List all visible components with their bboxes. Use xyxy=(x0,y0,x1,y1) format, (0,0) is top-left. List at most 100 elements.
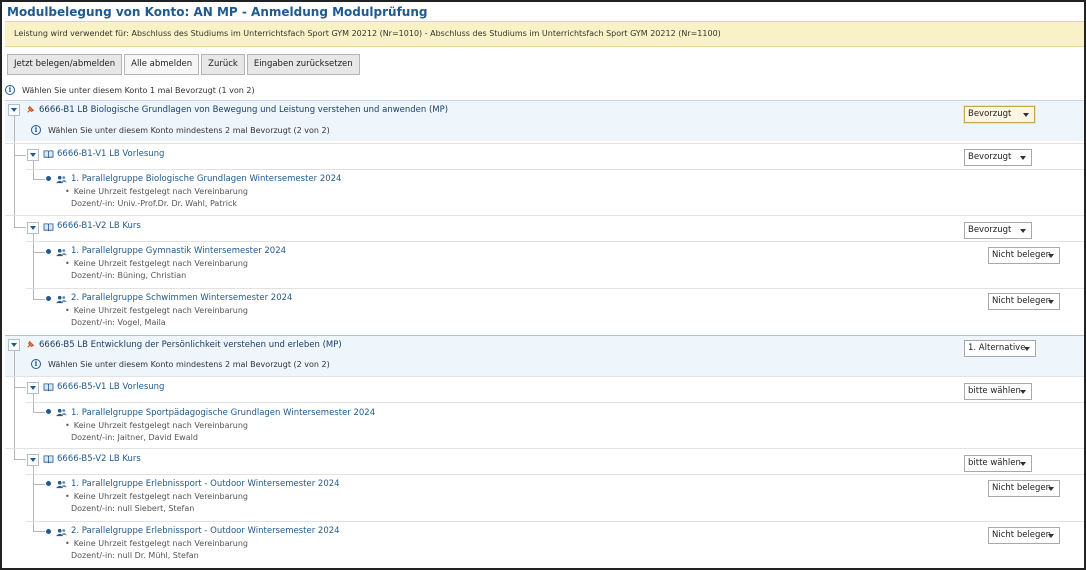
course-priority-select[interactable]: bitte wählen xyxy=(964,455,1032,472)
chevron-down-icon xyxy=(1020,229,1026,233)
reset-input-button[interactable]: Eingaben zurücksetzen xyxy=(246,54,360,75)
divider xyxy=(26,474,1084,475)
group-select[interactable]: Nicht belegen xyxy=(988,247,1060,264)
info-icon: i xyxy=(31,359,41,369)
usage-notice: Leistung wird verwendet für: Abschluss d… xyxy=(5,21,1084,47)
course-title[interactable]: 6666-B5-V1 LB Vorlesung xyxy=(57,382,164,392)
course-priority-value: bitte wählen xyxy=(968,386,1021,396)
pin-icon xyxy=(27,105,35,113)
group-bullet xyxy=(46,409,51,414)
course-collapse-toggle[interactable] xyxy=(27,454,39,466)
group-title[interactable]: 1. Parallelgruppe Erlebnissport - Outdoo… xyxy=(71,479,340,489)
group-time: Keine Uhrzeit festgelegt nach Vereinbaru… xyxy=(65,187,248,196)
chevron-down-icon xyxy=(1048,300,1054,304)
divider xyxy=(5,215,1084,216)
group-bullet xyxy=(46,529,51,534)
group-icon xyxy=(56,248,67,257)
group-select[interactable]: Nicht belegen xyxy=(988,527,1060,544)
group-icon xyxy=(56,175,67,184)
group-select-value: Nicht belegen xyxy=(992,530,1052,540)
group-select-value: Nicht belegen xyxy=(992,250,1052,260)
divider xyxy=(5,448,1084,449)
course-priority-value: bitte wählen xyxy=(968,458,1021,468)
course-priority-select[interactable]: Bevorzugt xyxy=(964,222,1032,239)
group-bullet xyxy=(46,296,51,301)
course-priority-value: Bevorzugt xyxy=(968,152,1012,162)
group-time: Keine Uhrzeit festgelegt nach Vereinbaru… xyxy=(65,421,248,430)
module-collapse-toggle[interactable] xyxy=(8,339,20,351)
group-icon xyxy=(56,408,67,417)
group-bullet xyxy=(46,481,51,486)
group-select-value: Nicht belegen xyxy=(992,483,1052,493)
info-icon: i xyxy=(5,85,15,95)
group-title[interactable]: 1. Parallelgruppe Gymnastik Wintersemest… xyxy=(71,246,286,256)
group-lecturer: Dozent/-in: Univ.-Prof.Dr. Dr. Wahl, Pat… xyxy=(71,199,237,208)
tree-connector xyxy=(14,351,15,459)
module-title[interactable]: 6666-B1 LB Biologische Grundlagen von Be… xyxy=(39,105,448,115)
book-icon xyxy=(43,455,54,464)
account-info-text: Wählen Sie unter diesem Konto 1 mal Bevo… xyxy=(22,85,255,95)
group-title[interactable]: 2. Parallelgruppe Erlebnissport - Outdoo… xyxy=(71,526,340,536)
course-priority-value: Bevorzugt xyxy=(968,225,1012,235)
group-time: Keine Uhrzeit festgelegt nach Vereinbaru… xyxy=(65,306,248,315)
course-title[interactable]: 6666-B1-V1 LB Vorlesung xyxy=(57,149,164,159)
chevron-down-icon xyxy=(1048,534,1054,538)
course-collapse-toggle[interactable] xyxy=(27,222,39,234)
usage-notice-text: Leistung wird verwendet für: Abschluss d… xyxy=(14,29,721,38)
divider xyxy=(5,143,1084,144)
divider xyxy=(5,376,1084,377)
course-collapse-toggle[interactable] xyxy=(27,149,39,161)
tree-connector xyxy=(14,459,26,460)
back-button[interactable]: Zurück xyxy=(201,54,245,75)
group-lecturer: Dozent/-in: Büning, Christian xyxy=(71,271,187,280)
divider xyxy=(26,169,1084,170)
module-priority-select[interactable]: 1. Alternative xyxy=(964,340,1036,357)
chevron-down-icon xyxy=(1048,254,1054,258)
module-priority-value: 1. Alternative xyxy=(968,343,1026,353)
group-select[interactable]: Nicht belegen xyxy=(988,293,1060,310)
module-priority-select[interactable]: Bevorzugt xyxy=(964,106,1035,123)
module-collapse-toggle[interactable] xyxy=(8,104,20,116)
course-collapse-toggle[interactable] xyxy=(27,382,39,394)
tree-connector xyxy=(33,299,45,300)
chevron-down-icon xyxy=(1020,462,1026,466)
group-title[interactable]: 1. Parallelgruppe Sportpädagogische Grun… xyxy=(71,408,375,418)
tree-connector xyxy=(14,155,26,156)
tree-connector xyxy=(33,234,34,299)
group-time: Keine Uhrzeit festgelegt nach Vereinbaru… xyxy=(65,492,248,501)
group-time: Keine Uhrzeit festgelegt nach Vereinbaru… xyxy=(65,259,248,268)
group-select[interactable]: Nicht belegen xyxy=(988,480,1060,497)
divider xyxy=(26,402,1084,403)
group-title[interactable]: 2. Parallelgruppe Schwimmen Wintersemest… xyxy=(71,293,292,303)
course-priority-select[interactable]: bitte wählen xyxy=(964,383,1032,400)
group-title[interactable]: 1. Parallelgruppe Biologische Grundlagen… xyxy=(71,174,341,184)
account-info: i Wählen Sie unter diesem Konto 1 mal Be… xyxy=(5,85,255,95)
chevron-down-icon xyxy=(1048,487,1054,491)
module-title[interactable]: 6666-B5 LB Entwicklung der Persönlichkei… xyxy=(39,340,342,350)
course-priority-select[interactable]: Bevorzugt xyxy=(964,149,1032,166)
toolbar: Jetzt belegen/abmelden Alle abmelden Zur… xyxy=(7,54,362,75)
tree-connector xyxy=(33,412,45,413)
tree-connector xyxy=(33,531,45,532)
tree-connector xyxy=(33,394,34,412)
tree-connector xyxy=(14,227,26,228)
course-title[interactable]: 6666-B1-V2 LB Kurs xyxy=(57,221,141,231)
divider xyxy=(26,521,1084,522)
book-icon xyxy=(43,383,54,392)
chevron-down-icon xyxy=(1023,113,1029,117)
book-unsubscribe-button[interactable]: Jetzt belegen/abmelden xyxy=(7,54,123,75)
group-bullet xyxy=(46,249,51,254)
page-title: Modulbelegung von Konto: AN MP - Anmeldu… xyxy=(7,5,428,19)
tree-connector xyxy=(33,252,45,253)
tree-connector xyxy=(33,161,34,179)
module-info: i Wählen Sie unter diesem Konto mindeste… xyxy=(31,359,330,369)
tree-connector xyxy=(14,387,26,388)
divider xyxy=(26,288,1084,289)
chevron-down-icon xyxy=(1024,347,1030,351)
course-title[interactable]: 6666-B5-V2 LB Kurs xyxy=(57,454,141,464)
pin-icon xyxy=(27,340,35,348)
tree-connector xyxy=(33,484,45,485)
group-icon xyxy=(56,480,67,489)
unsubscribe-all-button[interactable]: Alle abmelden xyxy=(124,54,200,75)
group-icon xyxy=(56,295,67,304)
